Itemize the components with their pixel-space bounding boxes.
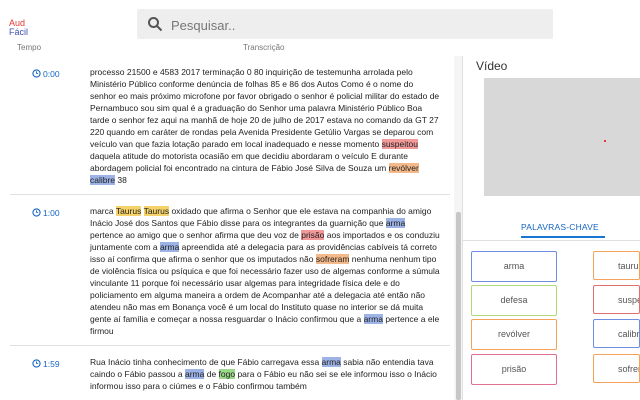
transcript-text: 38 [115, 175, 127, 185]
keyword-chip[interactable]: sofreram [593, 354, 640, 383]
transcript-list: 0:00 processo 21500 e 4583 2017 terminaçã… [10, 56, 450, 400]
clock-icon [32, 359, 41, 368]
logo-line-2: Fácil [9, 27, 29, 37]
tab-divider [463, 240, 640, 241]
keyword-highlight[interactable]: sofreram [315, 254, 350, 264]
segment-text: Rua Inácio tinha conhecimento de que Fáb… [90, 346, 440, 400]
segment-time-label: 1:59 [43, 359, 60, 369]
segment-text: marca Taurus Taurus oxidado que afirma o… [90, 195, 440, 345]
keyword-highlight[interactable]: calibre [90, 175, 116, 185]
keyword-chip[interactable]: defesa [471, 285, 557, 316]
video-title: Vídeo [476, 59, 508, 73]
transcript-segment: 0:00 processo 21500 e 4583 2017 terminaçã… [10, 56, 450, 195]
right-panel: Vídeo PALAVRAS-CHAVE arma taurus defesa sus… [463, 48, 640, 400]
transcript-panel: 0:00 processo 21500 e 4583 2017 terminaçã… [0, 56, 463, 400]
tab-bar: PALAVRAS-CHAVE [463, 212, 640, 241]
keyword-chip[interactable]: arma [471, 251, 557, 282]
transcript-text: processo 21500 e 4583 2017 terminação 0 … [90, 67, 440, 149]
keyword-highlight[interactable]: arma [321, 357, 341, 367]
search-icon [148, 17, 163, 32]
clock-icon [32, 69, 41, 78]
keyword-highlight[interactable]: arma [363, 314, 383, 324]
keyword-highlight[interactable]: suspeitou [381, 139, 418, 149]
keyword-highlight[interactable]: arma [184, 369, 205, 379]
keyword-highlight[interactable]: revólver [388, 163, 419, 173]
segment-timestamp[interactable]: 0:00 [32, 69, 60, 79]
segment-time-label: 0:00 [43, 69, 60, 79]
clock-icon [32, 208, 41, 217]
keyword-highlight[interactable]: Taurus [143, 206, 170, 216]
tab-active-indicator [521, 236, 605, 238]
transcript-text: daquela atitude do motorista ocasião em … [90, 151, 409, 173]
tab-palavras-chave[interactable]: PALAVRAS-CHAVE [521, 222, 599, 232]
video-player[interactable] [484, 78, 640, 196]
transcript-segment: 1:59 Rua Inácio tinha conhecimento de que… [10, 346, 450, 400]
keyword-chip[interactable]: calibre [593, 319, 640, 348]
transcript-text: de [204, 369, 219, 379]
keyword-highlight[interactable]: arma [385, 218, 406, 228]
keyword-chip[interactable]: taurus [593, 251, 640, 280]
column-header-time: Tempo [17, 43, 42, 52]
app-logo[interactable]: Aud Fácil [9, 19, 28, 37]
segment-timestamp[interactable]: 1:59 [32, 359, 60, 369]
keyword-chip[interactable]: revólver [471, 319, 557, 350]
keyword-highlight[interactable]: prisão [301, 230, 325, 240]
transcript-text: pertence ao amigo que o senhor afirma qu… [90, 230, 302, 240]
video-cursor-dot [604, 140, 606, 142]
column-header-transcript: Transcrição [243, 43, 285, 52]
keyword-highlight[interactable]: Taurus [115, 206, 142, 216]
top-bar: Aud Fácil [0, 0, 640, 48]
transcript-scrollbar-thumb[interactable] [456, 212, 461, 400]
transcript-segment: 1:00 marca Taurus Taurus oxidado que afir… [10, 195, 450, 346]
transcript-text: Rua Inácio tinha conhecimento de que Fáb… [90, 357, 322, 367]
transcript-text: marca [90, 206, 116, 216]
search-input[interactable] [169, 14, 533, 36]
segment-time-label: 1:00 [43, 208, 60, 218]
keyword-chip[interactable]: suspeitou [593, 285, 640, 314]
keyword-highlight[interactable]: fogo [218, 369, 236, 379]
search-box[interactable] [137, 9, 553, 39]
keyword-chip[interactable]: prisão [471, 354, 557, 385]
keyword-highlight[interactable]: arma [159, 242, 180, 252]
segment-timestamp[interactable]: 1:00 [32, 208, 60, 218]
segment-text: processo 21500 e 4583 2017 terminação 0 … [90, 56, 440, 194]
